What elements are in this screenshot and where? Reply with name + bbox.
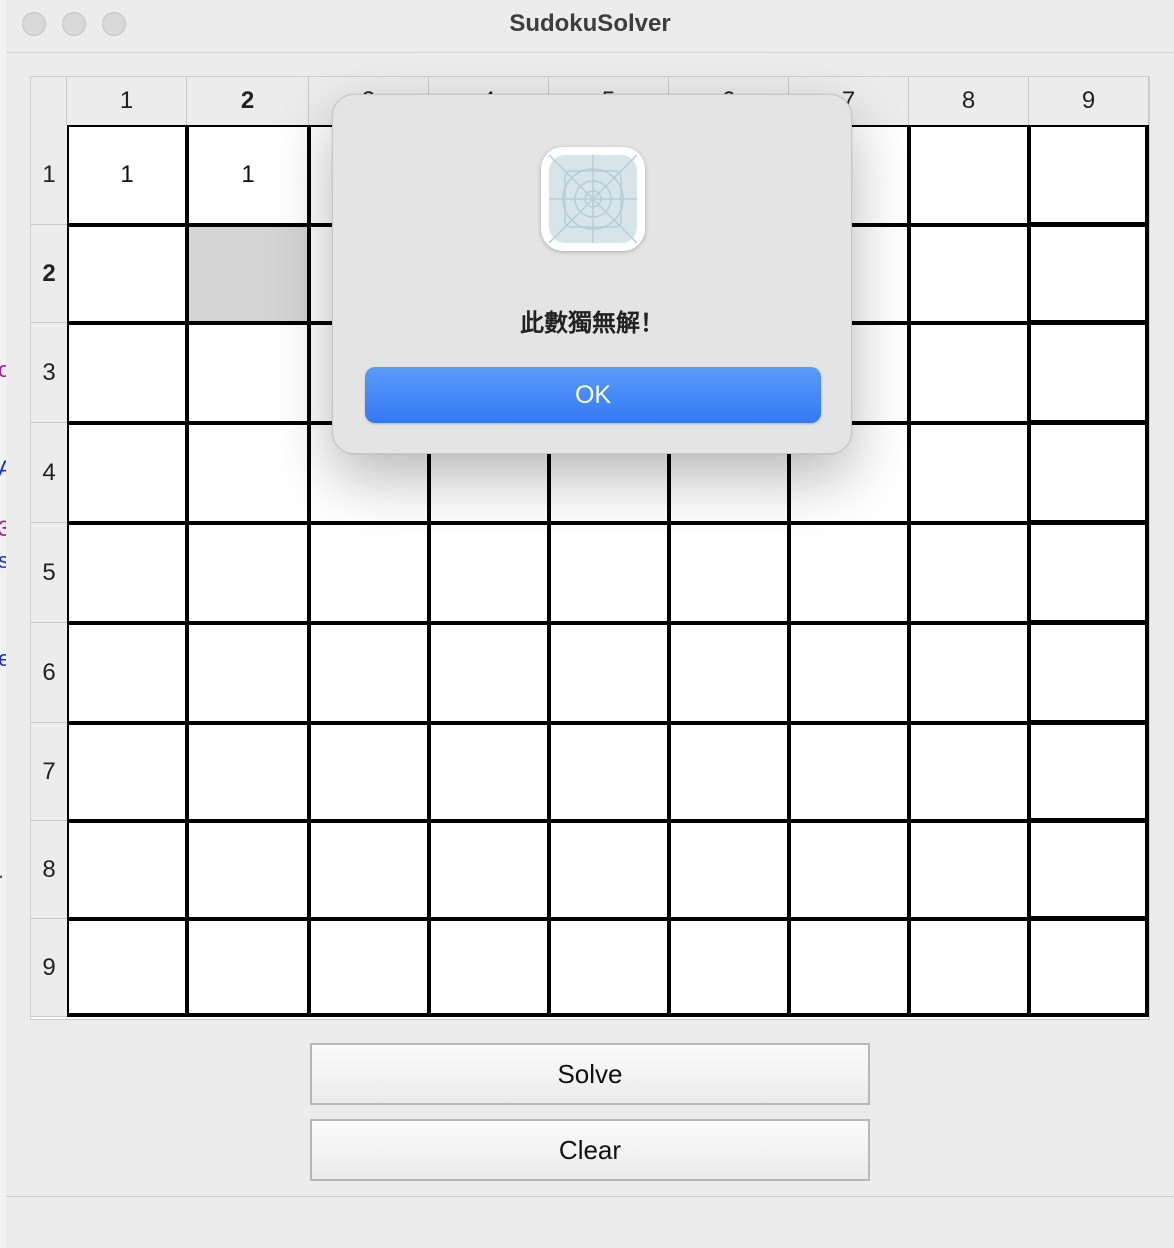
- sudoku-cell[interactable]: [789, 623, 909, 723]
- sudoku-cell[interactable]: [549, 919, 669, 1017]
- row-header: 5: [31, 523, 67, 623]
- sudoku-cell[interactable]: [549, 623, 669, 723]
- sudoku-cell[interactable]: [187, 723, 309, 821]
- sudoku-cell[interactable]: [1029, 323, 1149, 423]
- sudoku-cell[interactable]: [909, 723, 1029, 821]
- sudoku-cell[interactable]: [1029, 821, 1149, 919]
- solve-button[interactable]: Solve: [310, 1043, 870, 1105]
- sudoku-cell[interactable]: [789, 919, 909, 1017]
- row-header: 8: [31, 821, 67, 919]
- row-header: 3: [31, 323, 67, 423]
- sudoku-cell[interactable]: [549, 723, 669, 821]
- sudoku-cell[interactable]: [669, 623, 789, 723]
- sudoku-cell[interactable]: [187, 225, 309, 323]
- sudoku-cell[interactable]: [669, 919, 789, 1017]
- sudoku-cell[interactable]: [67, 225, 187, 323]
- sudoku-cell[interactable]: [187, 623, 309, 723]
- clear-button[interactable]: Clear: [310, 1119, 870, 1181]
- sudoku-cell[interactable]: [909, 125, 1029, 225]
- window-bottom-divider: [6, 1196, 1174, 1197]
- app-icon: [541, 147, 645, 251]
- sudoku-cell[interactable]: [1029, 225, 1149, 323]
- sudoku-cell[interactable]: [67, 821, 187, 919]
- generic-app-icon: [549, 155, 637, 243]
- row-header: 4: [31, 423, 67, 523]
- sudoku-cell[interactable]: [909, 423, 1029, 523]
- column-header[interactable]: 8: [909, 77, 1029, 125]
- sudoku-cell[interactable]: [67, 523, 187, 623]
- sudoku-cell[interactable]: [1029, 623, 1149, 723]
- sudoku-cell[interactable]: [909, 919, 1029, 1017]
- sudoku-cell[interactable]: [1029, 523, 1149, 623]
- sudoku-cell[interactable]: [67, 723, 187, 821]
- sudoku-cell[interactable]: [549, 523, 669, 623]
- sudoku-cell[interactable]: [429, 723, 549, 821]
- sudoku-cell[interactable]: [909, 225, 1029, 323]
- sudoku-cell[interactable]: [549, 821, 669, 919]
- sudoku-cell[interactable]: [909, 523, 1029, 623]
- sudoku-cell[interactable]: [67, 919, 187, 1017]
- title-bar: SudokuSolver: [6, 0, 1174, 53]
- sudoku-cell[interactable]: [789, 821, 909, 919]
- alert-dialog: 此數獨無解！ OK: [332, 94, 852, 454]
- sudoku-cell[interactable]: [429, 523, 549, 623]
- sudoku-cell[interactable]: [187, 323, 309, 423]
- sudoku-cell[interactable]: [429, 623, 549, 723]
- row-header: 6: [31, 623, 67, 723]
- row-header: 9: [31, 919, 67, 1017]
- sudoku-cell[interactable]: [187, 423, 309, 523]
- ok-button[interactable]: OK: [365, 367, 821, 423]
- sudoku-cell[interactable]: [67, 423, 187, 523]
- window-title: SudokuSolver: [509, 10, 671, 37]
- sudoku-cell[interactable]: [669, 723, 789, 821]
- sudoku-cell[interactable]: [909, 821, 1029, 919]
- sudoku-cell[interactable]: [309, 523, 429, 623]
- sudoku-cell[interactable]: [309, 821, 429, 919]
- alert-message: 此數獨無解！: [520, 309, 664, 337]
- sudoku-cell[interactable]: [429, 919, 549, 1017]
- sudoku-cell[interactable]: [909, 623, 1029, 723]
- sudoku-cell[interactable]: 1: [67, 125, 187, 225]
- column-header[interactable]: 1: [67, 77, 187, 125]
- row-header: 2: [31, 225, 67, 323]
- sudoku-cell[interactable]: [67, 623, 187, 723]
- sudoku-cell[interactable]: [789, 723, 909, 821]
- sudoku-cell[interactable]: [67, 323, 187, 423]
- sudoku-cell[interactable]: [187, 523, 309, 623]
- column-header[interactable]: 2: [187, 77, 309, 125]
- sudoku-cell[interactable]: [187, 919, 309, 1017]
- sudoku-cell[interactable]: [309, 919, 429, 1017]
- sudoku-cell[interactable]: 1: [187, 125, 309, 225]
- table-corner: [31, 77, 67, 125]
- sudoku-cell[interactable]: [187, 821, 309, 919]
- sudoku-cell[interactable]: [909, 323, 1029, 423]
- sudoku-cell[interactable]: [309, 723, 429, 821]
- sudoku-cell[interactable]: [669, 821, 789, 919]
- sudoku-cell[interactable]: [1029, 423, 1149, 523]
- row-header: 1: [31, 125, 67, 225]
- sudoku-cell[interactable]: [789, 523, 909, 623]
- sudoku-cell[interactable]: [429, 821, 549, 919]
- sudoku-cell[interactable]: [669, 523, 789, 623]
- column-header[interactable]: 9: [1029, 77, 1149, 125]
- sudoku-cell[interactable]: [1029, 723, 1149, 821]
- sudoku-cell[interactable]: [1029, 125, 1149, 225]
- row-header: 7: [31, 723, 67, 821]
- sudoku-cell[interactable]: [1029, 919, 1149, 1017]
- desktop-text-fragment: .: [0, 858, 4, 884]
- sudoku-cell[interactable]: [309, 623, 429, 723]
